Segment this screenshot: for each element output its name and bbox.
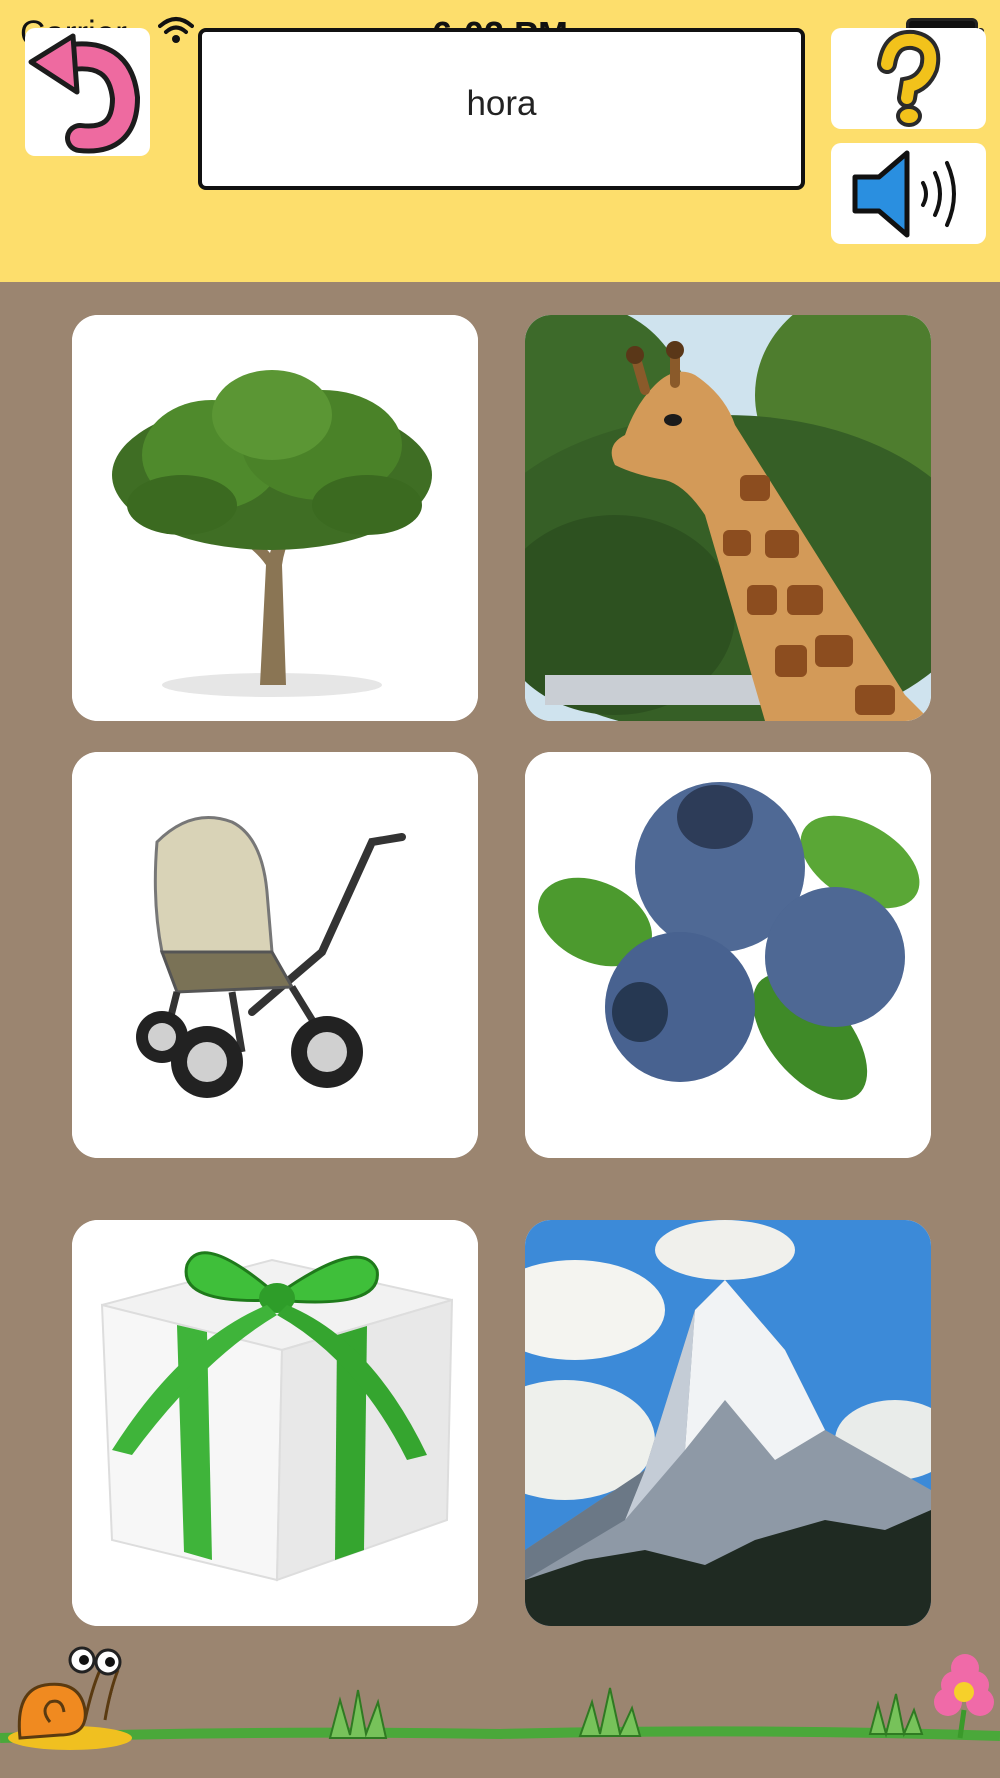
footer-decoration	[0, 1630, 1000, 1778]
choice-card-gift[interactable]	[72, 1220, 478, 1626]
gift-box-picture	[72, 1220, 478, 1626]
sound-button[interactable]	[831, 143, 986, 244]
giraffe-picture	[525, 315, 931, 721]
question-mark-icon	[877, 29, 941, 127]
target-word-box: hora	[198, 28, 805, 190]
blueberries-picture	[525, 752, 931, 1158]
undo-arrow-icon	[28, 33, 141, 154]
choice-card-stroller[interactable]	[72, 752, 478, 1158]
choice-card-mountain[interactable]	[525, 1220, 931, 1626]
tree-picture	[72, 315, 478, 721]
flower-icon	[934, 1654, 994, 1739]
target-word: hora	[466, 84, 537, 123]
choice-card-giraffe[interactable]	[525, 315, 931, 721]
choice-card-blueberries[interactable]	[525, 752, 931, 1158]
header-bar: Carrier 6:02 PM hora	[0, 0, 1000, 282]
mountain-picture	[525, 1220, 931, 1626]
help-button[interactable]	[831, 28, 986, 129]
baby-stroller-picture	[72, 752, 478, 1158]
choice-card-tree[interactable]	[72, 315, 478, 721]
snail-icon	[8, 1646, 132, 1750]
back-button[interactable]	[25, 28, 150, 156]
speaker-icon	[852, 150, 956, 238]
